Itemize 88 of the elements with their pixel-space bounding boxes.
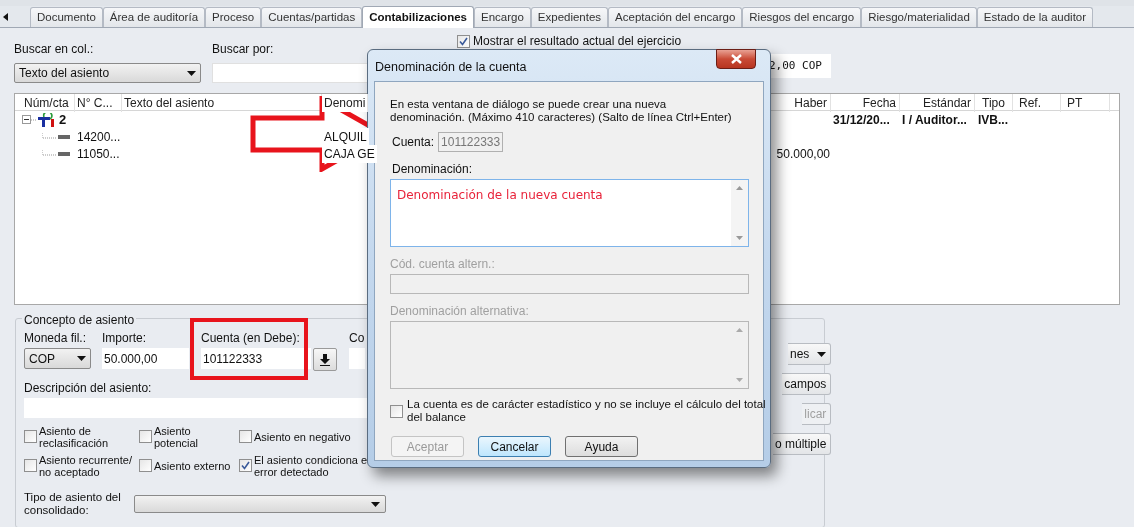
field-label: Importe: — [102, 330, 147, 347]
column-dropdown[interactable]: Texto del asiento — [14, 63, 201, 83]
column-header[interactable]: N° C... — [75, 94, 122, 112]
account-name: ALQUIL — [322, 127, 369, 146]
tree-toggle[interactable] — [22, 115, 31, 124]
download-button[interactable] — [313, 348, 337, 371]
check-icon — [459, 36, 468, 46]
tab[interactable]: Cuentas/partidas — [261, 7, 363, 27]
column-header[interactable]: Estándar — [900, 94, 975, 112]
account-number: 14200... — [76, 128, 122, 146]
account-line-icon — [42, 132, 70, 141]
description-field[interactable] — [24, 398, 367, 418]
column-header[interactable]: Fecha — [831, 94, 900, 112]
close-icon — [730, 54, 742, 64]
field-label: Tipo de asiento del consolidado: — [24, 491, 122, 517]
tab[interactable]: Aceptación del encargo — [608, 7, 743, 27]
checkbox[interactable] — [139, 430, 152, 443]
type-cell-text: IVB... — [977, 111, 1009, 129]
caret-icon — [187, 70, 196, 76]
field-label: Cuenta (en Debe): — [201, 330, 301, 347]
dialog-button[interactable]: Ayuda — [565, 436, 638, 457]
checkbox-label: Asiento potencial — [154, 424, 199, 449]
checkbox[interactable] — [24, 430, 37, 443]
tab[interactable]: Área de auditoría — [102, 7, 206, 27]
caret-icon — [817, 351, 827, 357]
entry-number: 2 — [59, 110, 67, 129]
tab[interactable]: Contabilizaciones — [362, 6, 474, 28]
field-label: Co — [349, 330, 365, 347]
checkbox[interactable] — [139, 459, 152, 472]
minus-icon — [23, 116, 30, 123]
column-header[interactable]: PT — [1061, 94, 1110, 112]
checkbox[interactable] — [24, 459, 37, 472]
close-button[interactable] — [716, 49, 756, 69]
checkbox-label: El asiento condiciona e error detectado — [254, 453, 368, 478]
checkbox-label: Asiento recurrente/ no aceptado — [39, 453, 132, 478]
text-field[interactable] — [349, 348, 365, 369]
checkbox-label: La cuenta es de carácter estadístico y no se incluye el cálculo del total del balance — [407, 398, 766, 424]
column-header[interactable]: Núm/cta — [22, 94, 75, 112]
column-header[interactable]: Denomi — [322, 94, 369, 112]
field-label: Buscar por: — [212, 41, 275, 58]
field-label: Denominación: — [392, 161, 474, 178]
checkbox[interactable] — [390, 404, 403, 418]
tab[interactable]: Estado de la auditor — [976, 7, 1094, 27]
alt-name-field[interactable] — [390, 321, 749, 389]
dialog-title: Denominación de la cuenta — [374, 59, 527, 76]
tab[interactable]: Expedientes — [530, 7, 609, 27]
caret-icon — [371, 501, 380, 507]
checkbox[interactable] — [457, 34, 470, 48]
account-line-icon — [42, 149, 70, 158]
account-field: 101122333 — [438, 132, 504, 152]
tab[interactable]: Proceso — [205, 7, 262, 27]
field-label: Moneda fil.: — [24, 330, 88, 347]
entry-group-icon — [31, 112, 57, 127]
tab[interactable]: Riesgo/materialidad — [861, 7, 977, 27]
tab[interactable]: Riesgos del encargo — [742, 7, 862, 27]
account-field[interactable]: 101122333 — [201, 348, 311, 369]
column-header[interactable]: Tipo — [975, 94, 1013, 112]
checkbox-label: Asiento externo — [154, 459, 231, 472]
checkbox-label: Asiento de reclasificación — [39, 424, 109, 449]
dialog-description: En esta ventana de diálogo se puede crear una nueva denominación. (Máximo 410 caracteres) (Salto de línea Ctrl+Enter) — [390, 98, 733, 124]
credit-amount: 50.000,00 — [775, 145, 831, 163]
date-cell-text: 31/12/20... — [832, 111, 891, 129]
field-label: Cuenta: — [392, 134, 435, 151]
field-label: Buscar en col.: — [14, 41, 95, 58]
standard-cell-text: I / Auditor... — [901, 111, 968, 129]
dialog-button[interactable]: Cancelar — [478, 436, 551, 457]
amount-field[interactable]: 50.000,00 — [102, 348, 189, 369]
tab[interactable]: Documento — [30, 7, 103, 27]
field-label: Descripción del asiento: — [24, 381, 152, 395]
checkbox[interactable] — [239, 459, 252, 472]
column-header[interactable]: Ref. — [1013, 94, 1061, 112]
action-button[interactable]: campos — [782, 373, 832, 395]
checkbox-label: Mostrar el resultado actual del ejercicio — [473, 33, 682, 50]
check-icon — [241, 461, 250, 470]
scrollbar-icon — [731, 180, 748, 246]
name-field[interactable]: Denominación de la nueva cuenta — [390, 179, 749, 247]
field-label: Denominación alternativa: — [390, 303, 530, 320]
tab[interactable]: Encargo — [473, 7, 531, 27]
checkbox[interactable] — [239, 430, 252, 443]
action-button[interactable]: o múltiple — [773, 433, 832, 455]
currency-dropdown[interactable]: COP — [24, 348, 91, 369]
caret-icon — [77, 356, 86, 361]
type-dropdown[interactable] — [134, 495, 386, 513]
action-button[interactable]: nes — [788, 343, 832, 365]
checkbox-label: Asiento en negativo — [254, 430, 351, 443]
download-icon — [319, 353, 331, 366]
account-number: 11050... — [76, 145, 121, 163]
field-label: Cód. cuenta altern.: — [390, 256, 496, 273]
